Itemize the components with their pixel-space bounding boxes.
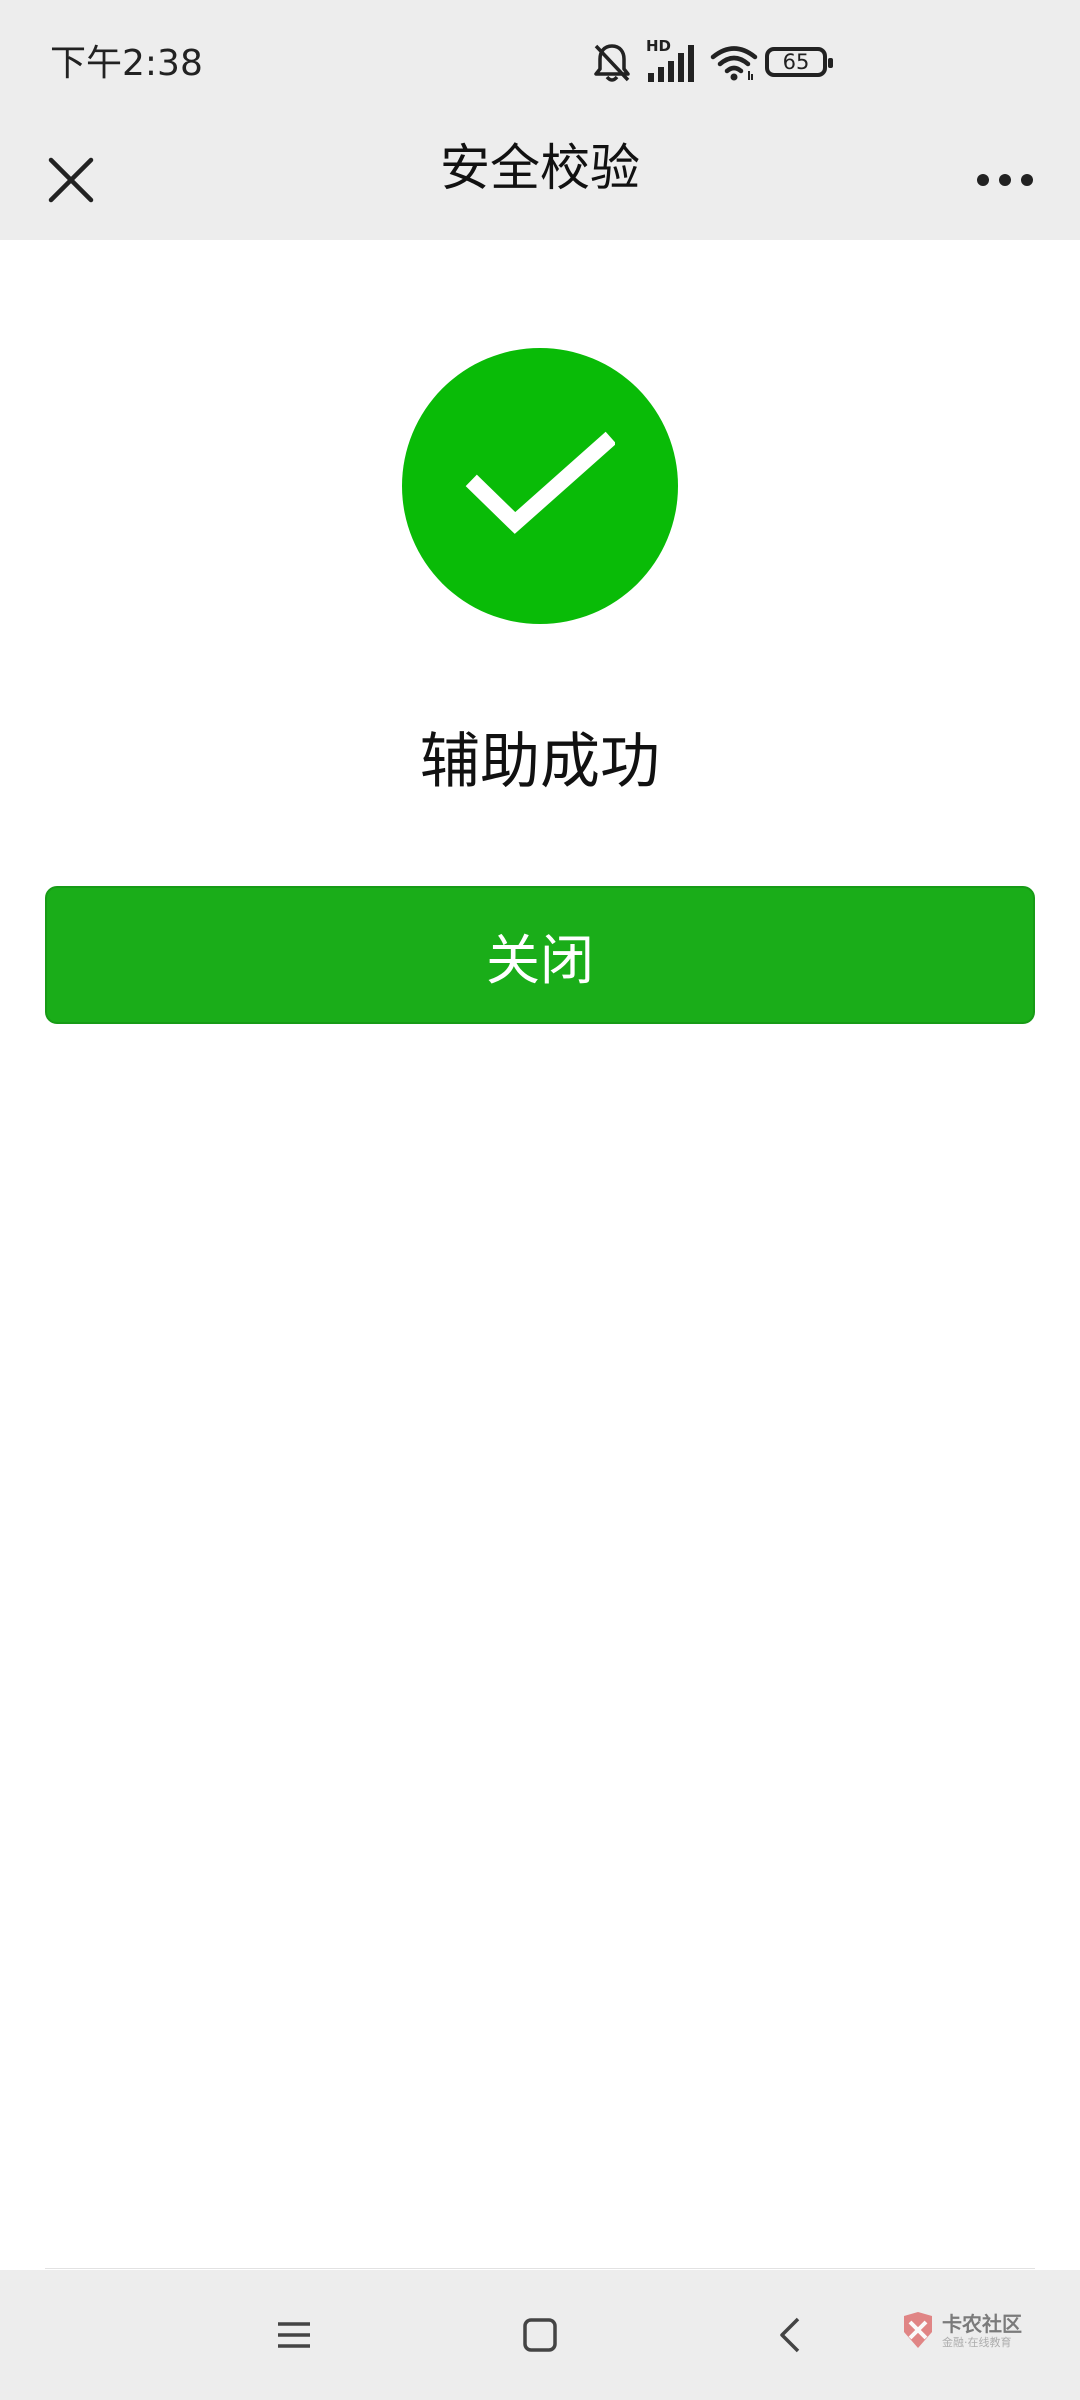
menu-icon[interactable] [259,2300,329,2370]
page-title: 安全校验 [440,139,640,197]
watermark-subtitle: 金融·在线教育 [942,2336,1012,2349]
status-bar: 下午2:38 HD 65 [0,0,1080,120]
back-icon[interactable] [755,2300,825,2370]
network-type-label: HD [646,37,672,55]
nav-bar: 安全校验 [0,120,1080,240]
close-button[interactable]: 关闭 [45,886,1035,1024]
result-message: 辅助成功 [420,727,660,797]
wifi-icon [710,44,758,86]
screen: 下午2:38 HD 65 安全校验 辅助成功 关闭 卡农社区 金融·在线教育 [0,0,1080,2400]
watermark-title: 卡农社区 [942,2312,1022,2336]
battery-level: 65 [782,50,810,74]
status-icons: HD [592,37,758,88]
status-time: 下午2:38 [50,43,203,84]
home-icon[interactable] [505,2300,575,2370]
watermark-logo: 卡农社区 金融·在线教育 [900,2308,1050,2368]
battery-icon: 65 [765,47,833,77]
system-nav-bar: 卡农社区 金融·在线教育 [0,2270,1080,2400]
mute-bell-icon [592,42,632,88]
divider [45,2268,1035,2269]
signal-icon: HD [646,37,696,87]
more-icon[interactable] [966,145,1044,215]
success-check-icon [402,348,678,624]
close-button-label: 关闭 [486,928,594,992]
